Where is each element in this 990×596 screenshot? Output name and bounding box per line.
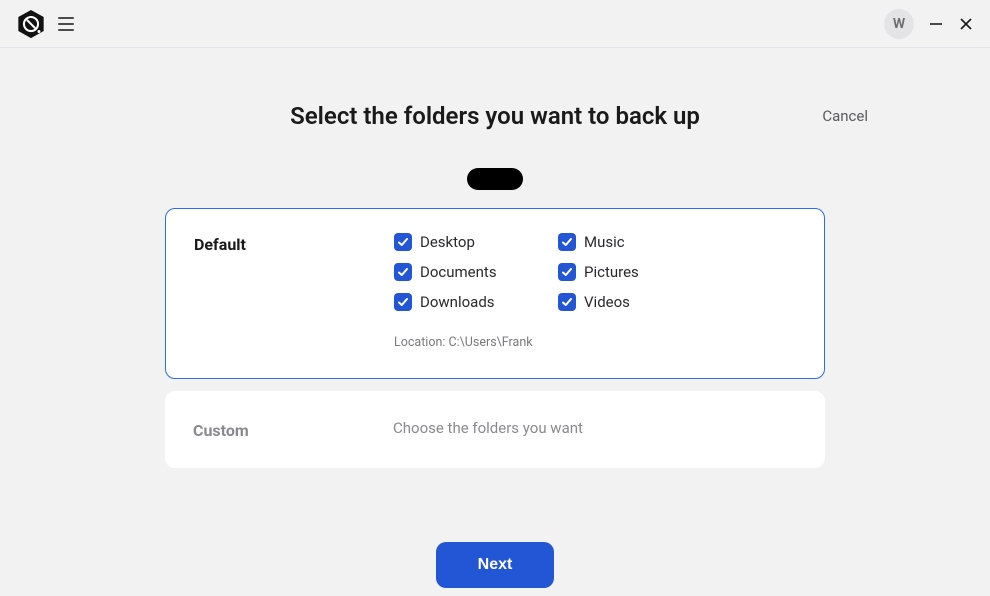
folder-label: Pictures <box>584 263 639 281</box>
avatar[interactable]: W <box>884 9 914 39</box>
folder-item-videos: Videos <box>558 293 718 311</box>
default-folders-card[interactable]: Default Desktop Music <box>165 208 825 379</box>
checkbox-pictures[interactable] <box>558 263 576 281</box>
app-logo-icon <box>16 9 46 39</box>
folder-label: Videos <box>584 293 630 311</box>
menu-icon[interactable] <box>58 17 74 31</box>
folder-label: Music <box>584 233 625 251</box>
folder-item-pictures: Pictures <box>558 263 718 281</box>
folder-label: Documents <box>420 263 497 281</box>
folder-item-music: Music <box>558 233 718 251</box>
next-button[interactable]: Next <box>436 542 554 588</box>
card-inner: Default Desktop Music <box>194 233 796 350</box>
folder-item-downloads: Downloads <box>394 293 554 311</box>
folder-item-documents: Documents <box>394 263 554 281</box>
minimize-button[interactable] <box>928 16 944 32</box>
custom-section-label: Custom <box>193 419 393 440</box>
checkbox-videos[interactable] <box>558 293 576 311</box>
folder-item-desktop: Desktop <box>394 233 554 251</box>
redacted-pill <box>467 168 523 190</box>
custom-folders-card[interactable]: Custom Choose the folders you want <box>165 391 825 468</box>
custom-hint: Choose the folders you want <box>393 419 583 440</box>
page-title: Select the folders you want to back up <box>290 102 700 130</box>
location-text: Location: C:\Users\Frank <box>394 335 796 350</box>
titlebar-left <box>16 9 74 39</box>
cancel-button[interactable]: Cancel <box>822 107 868 125</box>
checkbox-desktop[interactable] <box>394 233 412 251</box>
main-content: Select the folders you want to back up C… <box>0 48 990 588</box>
titlebar: W <box>0 0 990 48</box>
default-section-label: Default <box>194 233 394 350</box>
titlebar-right: W <box>884 9 974 39</box>
card-inner: Custom Choose the folders you want <box>193 419 797 440</box>
header-row: Select the folders you want to back up C… <box>0 102 990 130</box>
folder-label: Desktop <box>420 233 475 251</box>
folder-label: Downloads <box>420 293 495 311</box>
folder-grid: Desktop Music Documents <box>394 233 796 311</box>
checkbox-music[interactable] <box>558 233 576 251</box>
checkbox-downloads[interactable] <box>394 293 412 311</box>
close-button[interactable] <box>958 16 974 32</box>
folders-area: Desktop Music Documents <box>394 233 796 350</box>
checkbox-documents[interactable] <box>394 263 412 281</box>
